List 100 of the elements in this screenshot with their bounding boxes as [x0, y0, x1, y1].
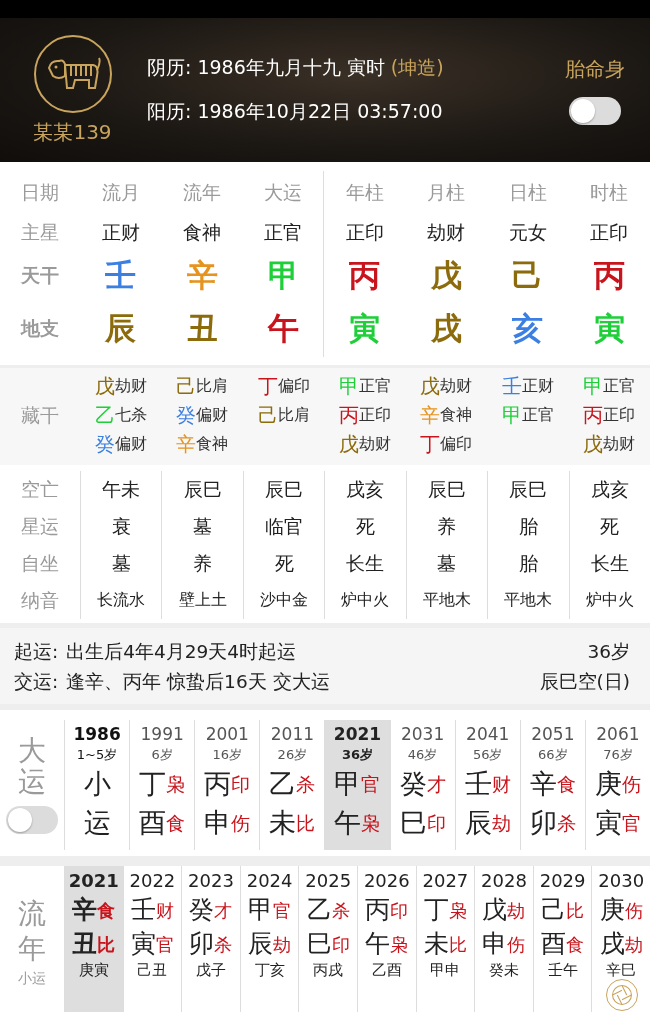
heavenly-stem: 己: [512, 256, 544, 295]
annual-pillar[interactable]: 2025 乙杀 巳印 丙戌: [298, 866, 357, 1012]
hidden-stem: 戊: [94, 373, 115, 400]
ten-god-abbrev: 劫: [507, 900, 526, 923]
annual-pillar[interactable]: 2024 甲 官 辰劫 丁亥: [239, 866, 299, 1012]
year: 2031: [400, 724, 445, 744]
luck-pillar[interactable]: 2031 46岁 癸才 巳印: [389, 720, 455, 850]
hidden-stem: 己: [257, 402, 278, 429]
ten-god: 正官: [359, 376, 391, 397]
column-header: 时柱: [590, 180, 629, 205]
ten-god: 食神: [440, 405, 473, 424]
annual-pillar[interactable]: 2030 庚伤 戌劫 辛巳: [591, 866, 650, 1012]
column-header: 大运: [264, 180, 303, 205]
age-range: 56岁: [472, 746, 503, 764]
nayin-element: 沙中金: [260, 590, 309, 611]
heavenly-stem: 丙: [365, 894, 391, 926]
floating-button[interactable]: [606, 979, 638, 1011]
age-range: 16岁: [212, 746, 243, 764]
section-label: 大运: [18, 736, 46, 798]
luck-pillar[interactable]: 2001 16岁 丙印 申 伤: [194, 720, 260, 850]
nayin-element: 炉中火: [585, 590, 634, 611]
nayin-element: 炉中火: [341, 590, 390, 611]
luck-pillar[interactable]: 2051 66岁 辛食 卯杀: [519, 720, 585, 850]
ten-god-abbrev: 伤: [507, 933, 526, 957]
ten-god-abbrev: 印: [231, 772, 251, 797]
luck-pillar[interactable]: 1991 6岁 丁枭 酉食: [129, 720, 195, 850]
ten-god: 比肩: [277, 405, 310, 426]
aperture-icon: [611, 984, 633, 1006]
luck-pillar[interactable]: 2061 76岁 庚伤 寅官: [584, 720, 650, 850]
main-star-label: 正印: [590, 220, 629, 245]
main-star-label: 正财: [101, 220, 140, 245]
earthly-branch: 未: [423, 928, 449, 960]
year: 2028: [481, 870, 527, 891]
ten-god-abbrev: 官: [155, 934, 174, 955]
void-branches: 辰巳: [509, 476, 548, 502]
ten-god: 比肩: [196, 376, 229, 397]
annual-pillar[interactable]: 2026 丙印 午枭 乙酉: [357, 866, 416, 1012]
toggle-switch[interactable]: [569, 96, 621, 125]
info-text: 出生后4年4月29天4时起运: [66, 639, 298, 664]
annual-pillar[interactable]: 2023 癸才 卯杀 戊子: [181, 866, 240, 1012]
earthly-branch: 寅: [593, 309, 625, 348]
luck-pillar[interactable]: 2021 36岁 甲 官 午枭: [324, 720, 390, 850]
heavenly-stem: 辛: [186, 256, 218, 295]
luck-pillar[interactable]: 1986 1~5岁 小 运: [64, 720, 130, 850]
main-star-label: 正印: [346, 220, 384, 245]
column-header: 月柱: [427, 180, 466, 205]
heavenly-stem: 丙: [593, 256, 625, 295]
heavenly-stem: 辛: [529, 767, 557, 801]
star-phase: 墓: [193, 513, 213, 539]
date-label: 日期: [21, 180, 59, 205]
ten-god-abbrev: 官: [621, 812, 641, 834]
minor-luck: 戊子: [196, 961, 226, 980]
column-header: 流年: [183, 180, 222, 205]
minor-luck: 丙戌: [313, 961, 344, 980]
earthly-branch: 亥: [512, 309, 544, 348]
hidden-stem: 丙: [339, 402, 359, 429]
annual-pillar[interactable]: 2027 丁枭 未比 甲申: [415, 866, 475, 1012]
info-value: 36岁: [587, 639, 630, 664]
ten-god-abbrev: 印: [390, 899, 409, 923]
heavenly-stem: 庚: [599, 894, 625, 926]
minor-luck: 壬午: [547, 961, 578, 980]
ten-god-abbrev: 食: [166, 812, 186, 834]
ten-god-abbrev: 印: [426, 811, 446, 836]
hidden-stem: 戊: [339, 431, 359, 458]
ten-god-abbrev: 印: [331, 933, 350, 957]
self-seat-phase: 墓: [111, 550, 131, 576]
minor-luck: 乙酉: [371, 961, 402, 980]
hidden-stem: 乙: [94, 402, 115, 429]
earthly-branch: 辰: [248, 928, 274, 960]
earthly-branch: 午: [267, 309, 299, 348]
ten-god: 劫财: [114, 376, 147, 395]
void-branches: 戌亥: [346, 476, 385, 502]
heavenly-stem: 戊: [482, 894, 508, 926]
annual-pillar[interactable]: 2022 壬财 寅官 己丑: [122, 866, 182, 1012]
gender-tag: (坤造): [390, 55, 444, 81]
ten-god-abbrev: 杀: [296, 773, 316, 797]
lunar-label: 阴历:: [147, 55, 192, 80]
ten-god-abbrev: 劫: [491, 812, 511, 834]
star-phase: 养: [437, 513, 457, 539]
annual-pillar[interactable]: 2029 己 比 酉食 壬午: [532, 866, 592, 1012]
earthly-branch: 申: [204, 806, 232, 840]
annual-pillar[interactable]: 2021 辛食 丑比 庚寅: [64, 866, 123, 1012]
hidden-stem: 辛: [176, 431, 197, 458]
earthly-branch: 申: [482, 928, 508, 960]
nayin-element: 平地木: [422, 590, 471, 611]
label-char: 小: [83, 767, 111, 801]
earthly-branch: 午: [365, 928, 391, 960]
ten-god: 正官: [521, 405, 554, 426]
ten-god: 偏财: [114, 434, 147, 453]
ten-god-abbrev: 枭: [166, 773, 186, 795]
earthly-branch: 酉: [541, 928, 567, 960]
ten-god-abbrev: 枭: [361, 812, 381, 834]
annual-pillar[interactable]: 2028 戊劫 申 伤 癸未: [474, 866, 533, 1012]
toggle-switch[interactable]: [6, 805, 58, 834]
age-range: 26岁: [277, 746, 308, 764]
earthly-branch: 未: [269, 806, 297, 840]
hidden-stem: 甲: [501, 402, 522, 429]
main-star-label: 正官: [264, 220, 303, 245]
luck-pillar[interactable]: 2041 56岁 壬财 辰劫: [454, 720, 520, 850]
earthly-branch: 巳: [306, 928, 332, 960]
